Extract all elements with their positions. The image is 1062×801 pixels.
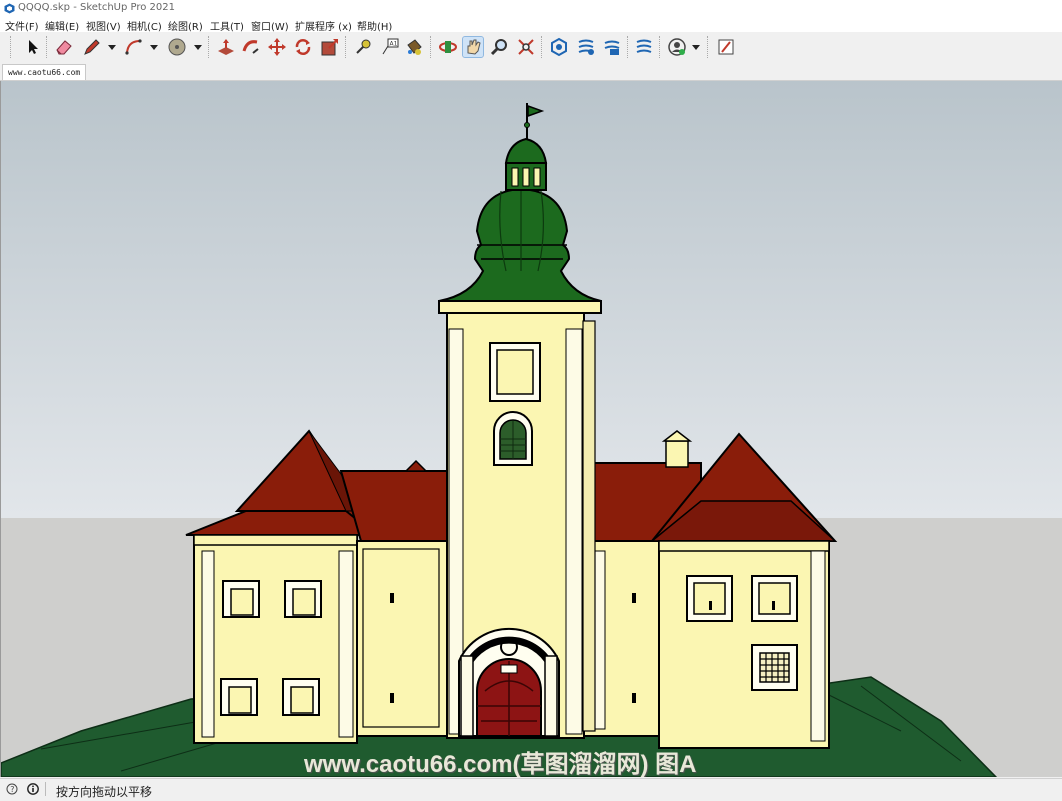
menu-extensions[interactable]: 扩展程序 (x) [295, 18, 352, 33]
castle-model-render [1, 81, 1062, 777]
menu-view[interactable]: 视图(V) [86, 18, 121, 33]
layout-send-icon [604, 40, 620, 55]
main-toolbar: A1 [0, 32, 1062, 62]
zoom-tool-button[interactable] [489, 37, 509, 57]
menu-camera[interactable]: 相机(C) [127, 18, 162, 33]
toolbar-separator [46, 36, 49, 58]
move-icon [268, 38, 286, 56]
eraser-tool-button[interactable] [54, 37, 74, 57]
tape-measure-tool-button[interactable] [353, 37, 373, 57]
text-tool-button[interactable]: A1 [380, 37, 400, 57]
extension-warehouse-button[interactable] [576, 37, 596, 57]
account-button[interactable] [667, 37, 687, 57]
line-tool-dropdown[interactable] [108, 45, 116, 50]
pan-hand-icon [467, 39, 481, 55]
follow-me-icon [242, 40, 259, 54]
menu-file[interactable]: 文件(F) [5, 18, 39, 33]
zoom-extents-tool-button[interactable] [516, 37, 536, 57]
status-divider [45, 782, 46, 796]
watermark-text: www.caotu66.com(草图溜溜网) 图A [304, 751, 697, 777]
status-hint: 按方向拖动以平移 [56, 785, 153, 799]
3d-warehouse-icon [551, 37, 567, 57]
menu-window[interactable]: 窗口(W) [251, 18, 289, 33]
rotate-tool-button[interactable] [293, 37, 313, 57]
select-tool-button[interactable] [22, 37, 42, 57]
menu-help[interactable]: 帮助(H) [357, 18, 392, 33]
push-pull-tool-button[interactable] [216, 37, 236, 57]
sketchup-logo-icon [4, 3, 15, 14]
3d-warehouse-button[interactable] [549, 37, 569, 57]
account-dropdown[interactable] [692, 45, 700, 50]
geo-location-icon[interactable]: ? [6, 783, 18, 795]
zoom-icon [490, 39, 507, 56]
scale-icon [321, 39, 338, 56]
text-label-icon: A1 [382, 38, 399, 55]
rotate-icon [295, 39, 311, 55]
user-account-icon [668, 38, 686, 56]
svg-text:?: ? [10, 785, 14, 794]
circle-shape-icon [168, 38, 186, 56]
shape-tool-dropdown[interactable] [194, 45, 202, 50]
toolbar-separator [345, 36, 348, 58]
line-tool-button[interactable] [82, 37, 102, 57]
shape-tool-button[interactable] [167, 37, 187, 57]
title-bar: QQQQ.skp - SketchUp Pro 2021 [0, 0, 1062, 17]
status-bar: ? 按方向拖动以平移 [0, 778, 1062, 801]
arc-icon [125, 39, 142, 55]
model-viewport[interactable]: www.caotu66.com(草图溜溜网) 图A [0, 81, 1062, 777]
window-title: QQQQ.skp - SketchUp Pro 2021 [18, 2, 176, 13]
left-connector [339, 459, 448, 737]
push-pull-icon [218, 39, 234, 55]
layout-send-button[interactable] [602, 37, 622, 57]
scene-tab[interactable]: www.caotu66.com [2, 64, 87, 80]
svg-text:A1: A1 [390, 41, 398, 48]
tape-measure-icon [356, 39, 371, 54]
orbit-tool-button[interactable] [438, 37, 458, 57]
toolbar-separator [659, 36, 662, 58]
extension-warehouse-icon [578, 39, 594, 55]
toolbar-grip[interactable] [10, 36, 13, 58]
info-icon[interactable] [27, 783, 39, 795]
follow-me-tool-button[interactable] [241, 37, 261, 57]
orbit-icon [439, 41, 457, 53]
extension-manager-icon [636, 39, 652, 53]
menu-edit[interactable]: 编辑(E) [45, 18, 79, 33]
toolbar-separator [208, 36, 211, 58]
toolbar-separator [707, 36, 710, 58]
move-tool-button[interactable] [267, 37, 287, 57]
add-location-icon [718, 39, 734, 55]
pencil-line-icon [84, 39, 100, 55]
extension-manager-button[interactable] [634, 37, 654, 57]
arc-tool-button[interactable] [124, 37, 144, 57]
tower [438, 300, 602, 739]
select-arrow-icon [29, 40, 38, 54]
pan-tool-button[interactable] [462, 36, 484, 58]
toolbar-separator [430, 36, 433, 58]
menu-bar: 文件(F) 编辑(E) 视图(V) 相机(C) 绘图(R) 工具(T) 窗口(W… [0, 17, 1062, 33]
paint-bucket-icon [407, 39, 422, 55]
arc-tool-dropdown[interactable] [150, 45, 158, 50]
scene-tab-bar: www.caotu66.com [0, 62, 1062, 81]
paint-bucket-tool-button[interactable] [404, 37, 424, 57]
toolbar-separator [541, 36, 544, 58]
menu-tools[interactable]: 工具(T) [210, 18, 244, 33]
scale-tool-button[interactable] [320, 37, 340, 57]
menu-draw[interactable]: 绘图(R) [168, 18, 203, 33]
zoom-extents-icon [518, 39, 534, 55]
add-location-button[interactable] [716, 37, 736, 57]
eraser-icon [56, 40, 72, 55]
toolbar-separator [627, 36, 630, 58]
